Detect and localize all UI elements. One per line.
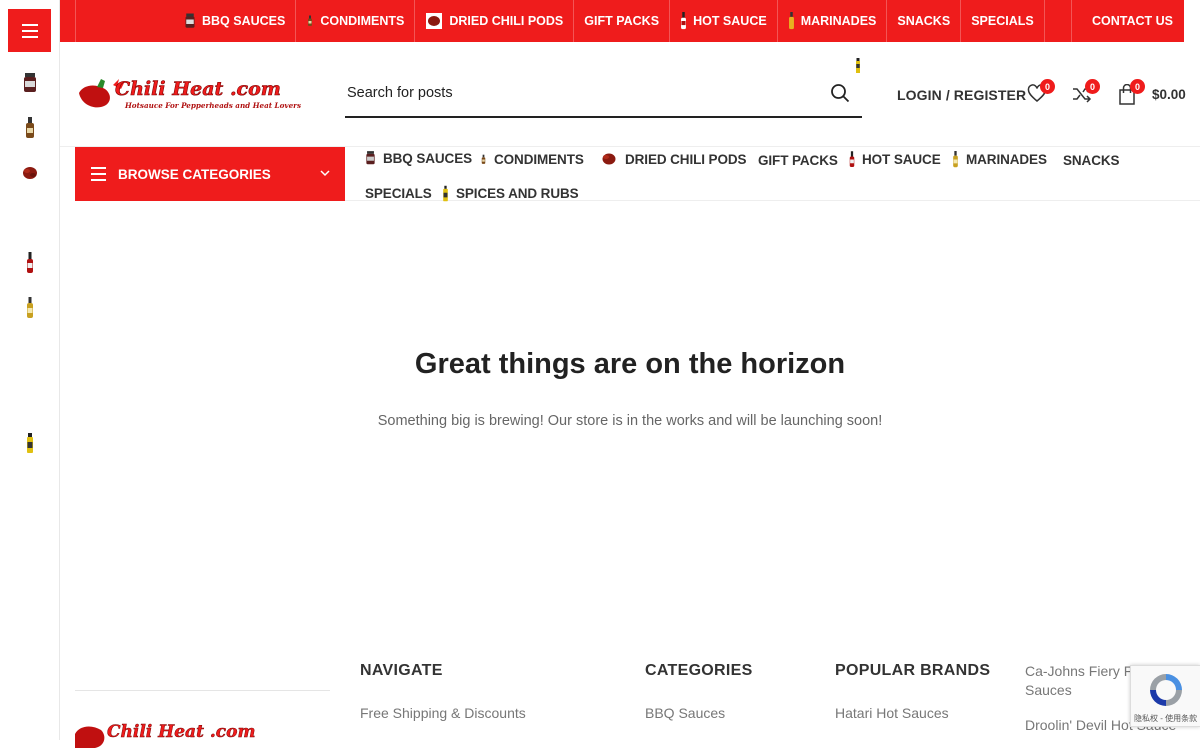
wishlist-button[interactable]: 0 [1027, 79, 1055, 109]
search-icon[interactable] [830, 83, 850, 103]
logo-tagline: Hotsauce For Pepperheads and Heat Lovers [124, 101, 301, 110]
spice-bottle-icon [443, 185, 448, 202]
category-nav: BBQ SAUCES CONDIMENTS DRIED CHILI PODS G… [345, 147, 1200, 202]
spice-bottle-icon [856, 58, 860, 73]
chili-pods-icon [426, 13, 443, 29]
search-form [345, 72, 862, 118]
condiment-bottle-icon [308, 15, 313, 26]
logo-text: Chili Heat .com [115, 78, 281, 100]
hot-sauce-bottle-icon[interactable] [22, 252, 38, 274]
category-nav-specials[interactable]: SPECIALS [365, 186, 432, 201]
recaptcha-badge[interactable]: 隐私权 - 使用条款 [1130, 665, 1200, 727]
chevron-down-icon [320, 170, 330, 177]
bbq-jar-icon[interactable] [22, 72, 38, 94]
category-nav-bbq-sauces[interactable]: BBQ SAUCES [365, 150, 473, 166]
top-nav-bbq-sauces[interactable]: BBQ SAUCES [76, 0, 297, 42]
category-nav-gift-packs[interactable]: GIFT PACKS [758, 153, 838, 168]
contact-us-link[interactable]: CONTACT US [1070, 0, 1200, 42]
top-nav-marinades[interactable]: MARINADES [778, 0, 888, 42]
top-nav-label: HOT SAUCE [693, 14, 767, 28]
top-nav-label: SNACKS [897, 14, 951, 28]
contact-us-label: CONTACT US [1091, 14, 1173, 28]
browse-categories-button[interactable]: BROWSE CATEGORIES [75, 147, 345, 201]
footer-heading-popular-brands: POPULAR BRANDS [835, 662, 991, 679]
top-nav-label: BBQ SAUCES [202, 14, 286, 28]
condiment-bottle-icon [481, 154, 486, 164]
category-nav-label: MARINADES [966, 152, 1047, 167]
cart-count-badge: 0 [1130, 79, 1145, 94]
footer-logo-text: Chili Heat .com [107, 722, 255, 742]
category-nav-label: GIFT PACKS [758, 153, 838, 168]
header: Chili Heat .com Hotsauce For Pepperheads… [60, 42, 1200, 147]
left-sidebar [0, 0, 60, 740]
hot-sauce-bottle-icon [849, 151, 855, 167]
footer-link[interactable]: Free Shipping & Discounts [360, 705, 526, 721]
footer-link[interactable]: Hatari Hot Sauces [835, 705, 949, 721]
hot-sauce-bottle-icon [681, 12, 687, 30]
top-nav-hot-sauce[interactable]: HOT SAUCE [670, 0, 778, 42]
compare-button[interactable]: 0 [1072, 79, 1100, 109]
marinade-bottle-icon [788, 12, 794, 30]
top-nav-label: SPECIALS [971, 14, 1034, 28]
category-nav-label: DRIED CHILI PODS [625, 151, 747, 167]
condiment-bottle-icon[interactable] [22, 117, 38, 139]
category-nav-marinades[interactable]: MARINADES [952, 151, 1047, 168]
cart-button[interactable]: 0 [1117, 79, 1145, 110]
page-title: Great things are on the horizon [414, 348, 846, 380]
footer-link[interactable]: BBQ Sauces [645, 705, 725, 721]
spice-bottle-icon[interactable] [22, 432, 38, 454]
top-nav-gift-packs[interactable]: GIFT PACKS [574, 0, 671, 42]
marinade-bottle-icon [953, 151, 958, 168]
browse-categories-label: BROWSE CATEGORIES [118, 166, 271, 182]
category-nav-hot-sauce[interactable]: HOT SAUCE [849, 151, 941, 168]
top-nav: BBQ SAUCES CONDIMENTS DRIED CHILI PODS G… [75, 0, 1045, 42]
compare-count-badge: 0 [1085, 79, 1100, 94]
top-nav-condiments[interactable]: CONDIMENTS [296, 0, 416, 42]
footer-heading-categories: CATEGORIES [645, 662, 753, 679]
footer-divider [75, 690, 330, 691]
recaptcha-icon [1150, 674, 1182, 706]
top-nav-dried-chili-pods[interactable]: DRIED CHILI PODS [415, 0, 575, 42]
chili-pods-icon[interactable] [22, 162, 38, 184]
footer-link[interactable]: Ca-Johns Fiery Fo [1025, 663, 1140, 679]
bbq-jar-icon [185, 13, 195, 28]
category-nav-label: BBQ SAUCES [383, 150, 473, 166]
footer-link[interactable]: Sauces [1025, 682, 1072, 698]
top-bar: BBQ SAUCES CONDIMENTS DRIED CHILI PODS G… [60, 0, 1200, 42]
top-nav-specials[interactable]: SPECIALS [961, 0, 1045, 42]
sidebar-menu-button[interactable] [8, 9, 51, 52]
footer-logo[interactable]: Chili Heat .com [75, 718, 290, 748]
login-register-link[interactable]: LOGIN / REGISTER [897, 87, 1026, 103]
category-nav-label: SPICES AND RUBS [456, 186, 579, 201]
category-nav-spices-and-rubs[interactable]: SPICES AND RUBS [442, 185, 579, 202]
category-nav-snacks[interactable]: SNACKS [1063, 153, 1120, 168]
wishlist-count-badge: 0 [1040, 79, 1055, 94]
category-nav-label: SNACKS [1063, 153, 1120, 168]
category-nav-label: SPECIALS [365, 186, 432, 201]
page-subtitle: Something big is brewing! Our store is i… [377, 413, 883, 429]
menu-icon [91, 167, 106, 181]
top-nav-label: DRIED CHILI PODS [449, 14, 564, 28]
chili-pods-icon [602, 153, 616, 165]
top-nav-label: MARINADES [800, 14, 877, 28]
category-nav-label: HOT SAUCE [862, 152, 941, 167]
top-nav-snacks[interactable]: SNACKS [887, 0, 962, 42]
category-nav-dried-chili-pods[interactable]: DRIED CHILI PODS [600, 151, 747, 167]
top-nav-label: CONDIMENTS [320, 14, 405, 28]
category-nav-label: CONDIMENTS [494, 152, 584, 167]
cart-total[interactable]: $0.00 [1152, 87, 1186, 102]
marinade-bottle-icon[interactable] [22, 297, 38, 319]
site-logo[interactable]: Chili Heat .com Hotsauce For Pepperheads… [75, 75, 310, 115]
recaptcha-terms[interactable]: 隐私权 - 使用条款 [1134, 713, 1197, 724]
search-input[interactable] [347, 85, 807, 101]
top-nav-label: GIFT PACKS [584, 14, 660, 28]
footer-heading-navigate: NAVIGATE [360, 662, 443, 679]
bbq-jar-icon [366, 151, 375, 165]
category-nav-condiments[interactable]: CONDIMENTS [480, 151, 584, 168]
